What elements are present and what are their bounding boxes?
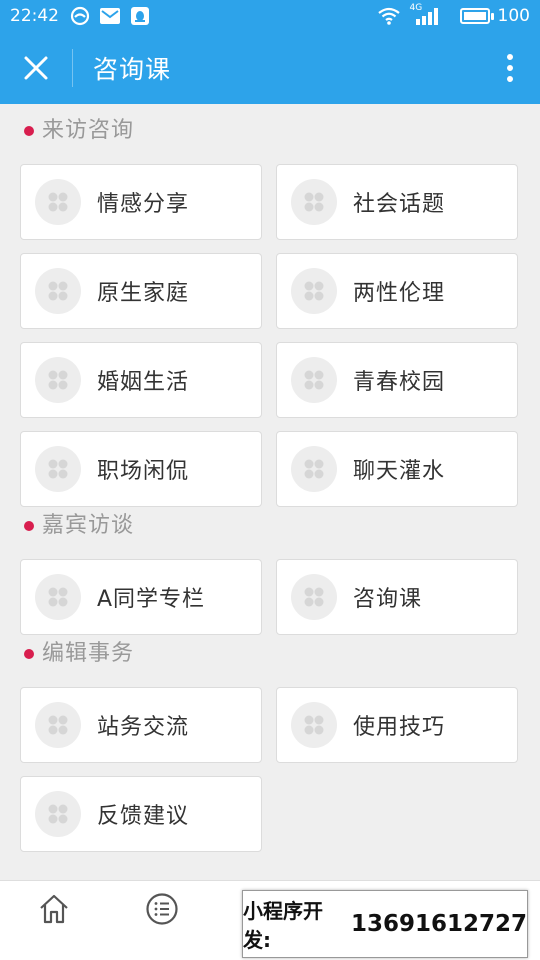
close-button[interactable] [0,32,72,104]
board-avatar-icon [291,357,337,403]
board-label: 原生家庭 [97,281,190,306]
board-label: 社会话题 [353,192,446,217]
board-item[interactable]: 职场闲侃 [20,431,262,507]
board-item[interactable]: A同学专栏 [20,559,262,635]
status-bar: 22:42 4G 100 [0,0,540,32]
board-label: 聊天灌水 [353,459,446,484]
qq-icon [129,7,151,25]
section-title-visits: 来访咨询 [20,104,518,150]
section-title-text: 来访咨询 [42,118,135,143]
board-label: 婚姻生活 [97,370,190,395]
page-title: 咨询课 [93,55,172,84]
list-icon [146,893,178,925]
close-icon [24,56,48,80]
watermark-phone: 13691612727 [350,911,527,937]
section-grid-editorial: 站务交流 使用技巧 反馈建议 [20,687,518,852]
board-label: 反馈建议 [97,804,190,829]
wifi-icon [376,7,402,25]
board-item[interactable]: 婚姻生活 [20,342,262,418]
board-label: 使用技巧 [353,715,446,740]
board-avatar-icon [35,357,81,403]
section-dot-icon [24,126,34,136]
board-avatar-icon [35,179,81,225]
appbar-divider [72,49,73,87]
network-type-label: 4G [409,3,423,13]
tab-home[interactable] [34,889,74,929]
board-avatar-icon [35,268,81,314]
content-area[interactable]: 来访咨询 情感分享 社会话题 原生家庭 两性伦理 婚姻生活 青春校园 职场闲侃 … [0,104,540,880]
battery-icon: 100 [459,6,530,26]
more-button[interactable] [480,32,540,104]
board-label: 两性伦理 [353,281,446,306]
board-avatar-icon [291,446,337,492]
board-item[interactable]: 情感分享 [20,164,262,240]
board-item[interactable]: 站务交流 [20,687,262,763]
board-label: 咨询课 [353,587,423,612]
board-avatar-icon [291,574,337,620]
board-item[interactable]: 原生家庭 [20,253,262,329]
browser-icon [69,6,91,26]
board-avatar-icon [291,268,337,314]
section-dot-icon [24,521,34,531]
board-avatar-icon [291,179,337,225]
board-label: 职场闲侃 [97,459,190,484]
battery-percent: 100 [497,6,530,26]
board-label: 青春校园 [353,370,446,395]
section-title-interviews: 嘉宾访谈 [20,513,518,545]
board-item[interactable]: 反馈建议 [20,776,262,852]
board-item[interactable]: 青春校园 [276,342,518,418]
signal-icon: 4G [410,3,444,25]
board-avatar-icon [35,702,81,748]
board-label: 站务交流 [97,715,190,740]
section-grid-interviews: A同学专栏 咨询课 [20,559,518,635]
tab-list[interactable] [142,889,182,929]
board-item[interactable]: 社会话题 [276,164,518,240]
board-avatar-icon [291,702,337,748]
board-label: 情感分享 [97,192,190,217]
mail-icon [99,7,121,25]
app-bar: 咨询课 [0,32,540,104]
status-time: 22:42 [10,6,59,26]
board-item[interactable]: 聊天灌水 [276,431,518,507]
watermark-label: 小程序开发: [243,899,323,952]
section-title-text: 编辑事务 [42,641,135,666]
board-avatar-icon [35,446,81,492]
more-vertical-icon [507,54,513,82]
section-dot-icon [24,649,34,659]
board-avatar-icon [35,791,81,837]
board-item[interactable]: 咨询课 [276,559,518,635]
board-avatar-icon [35,574,81,620]
developer-watermark: 小程序开发: 13691612727 [242,890,528,958]
section-title-editorial: 编辑事务 [20,641,518,673]
board-item[interactable]: 两性伦理 [276,253,518,329]
home-icon [40,894,68,924]
section-title-text: 嘉宾访谈 [42,513,135,538]
section-grid-visits: 情感分享 社会话题 原生家庭 两性伦理 婚姻生活 青春校园 职场闲侃 聊天灌水 [20,164,518,507]
board-item[interactable]: 使用技巧 [276,687,518,763]
board-label: A同学专栏 [97,587,206,612]
